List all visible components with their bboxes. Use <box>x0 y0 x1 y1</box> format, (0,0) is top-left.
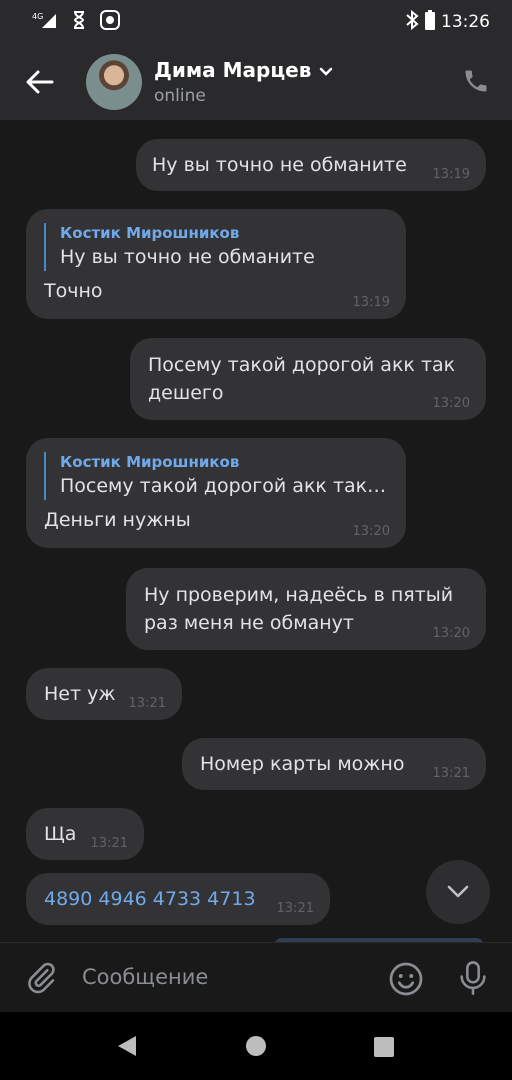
message-outgoing[interactable]: Ну вы точно не обманите 13:19 <box>136 139 486 191</box>
message-list[interactable]: Ну вы точно не обманите 13:19 Костик Мир… <box>0 120 512 942</box>
message-text: Ну вы точно не обманите <box>152 154 407 176</box>
card-number-link[interactable]: 4890 4946 4733 4713 <box>44 888 256 910</box>
message-outgoing[interactable]: Посему такой дорогой акк так дешего 13:2… <box>130 338 486 420</box>
app-notification-icon <box>100 9 120 35</box>
contact-name[interactable]: Дима Марцев <box>154 58 333 82</box>
message-time: 13:20 <box>432 626 470 641</box>
nav-back-icon[interactable] <box>116 1034 138 1062</box>
chevron-down-icon <box>319 58 333 82</box>
nav-home-icon[interactable] <box>246 1036 266 1056</box>
reply-author: Костик Мирошников <box>60 224 240 242</box>
message-time: 13:21 <box>432 766 470 781</box>
avatar[interactable] <box>86 54 142 110</box>
bluetooth-icon <box>405 9 419 35</box>
attachment-icon[interactable] <box>24 961 58 995</box>
system-nav-bar <box>0 1012 512 1080</box>
emoji-icon[interactable] <box>388 961 424 997</box>
svg-text:4G: 4G <box>32 12 43 21</box>
phone-icon[interactable] <box>462 67 490 95</box>
hourglass-icon <box>72 10 86 34</box>
message-incoming[interactable]: Костик Мирошников Посему такой дорогой а… <box>26 438 406 548</box>
signal-icon: 4G <box>32 11 58 34</box>
message-text: Ща <box>44 823 77 845</box>
chat-header: Дима Марцев online <box>0 44 512 120</box>
message-composer: Сообщение <box>0 942 512 1012</box>
reply-text: Ну вы точно не обманите <box>60 246 315 268</box>
battery-icon <box>425 9 435 35</box>
message-text: Ну проверим, надеёсь в пятый раз меня не… <box>144 584 454 634</box>
contact-name-label: Дима Марцев <box>154 58 312 82</box>
reply-quote[interactable]: Костик Мирошников Посему такой дорогой а… <box>44 452 388 500</box>
status-bar: 4G 13:26 <box>0 0 512 44</box>
reply-text: Посему такой дорогой акк так… <box>60 475 387 497</box>
message-time: 13:21 <box>276 901 314 916</box>
message-time: 13:19 <box>432 167 470 182</box>
reply-quote[interactable]: Костик Мирошников Ну вы точно не обманит… <box>44 223 388 271</box>
message-incoming[interactable]: 4890 4946 4733 4713 13:21 <box>26 873 330 925</box>
microphone-icon[interactable] <box>456 959 490 997</box>
nav-recents-icon[interactable] <box>374 1037 394 1057</box>
message-text: Нет уж <box>44 683 116 705</box>
message-time: 13:20 <box>432 396 470 411</box>
message-input[interactable]: Сообщение <box>82 965 208 989</box>
message-time: 13:21 <box>128 696 166 711</box>
back-arrow-icon[interactable] <box>24 66 56 98</box>
message-incoming[interactable]: Ща 13:21 <box>26 808 144 860</box>
contact-status: online <box>154 86 206 106</box>
message-outgoing[interactable]: Номер карты можно 13:21 <box>182 738 486 790</box>
reply-author: Костик Мирошников <box>60 453 240 471</box>
message-outgoing[interactable]: Ну проверим, надеёсь в пятый раз меня не… <box>126 568 486 650</box>
message-text: Деньги нужны <box>44 509 191 531</box>
clock-time: 13:26 <box>441 12 490 32</box>
message-incoming[interactable]: Костик Мирошников Ну вы точно не обманит… <box>26 209 406 319</box>
message-time: 13:20 <box>352 524 390 539</box>
message-incoming[interactable]: Нет уж 13:21 <box>26 668 182 720</box>
message-time: 13:21 <box>90 836 128 851</box>
message-time: 13:19 <box>352 295 390 310</box>
message-text: Посему такой дорогой акк так дешего <box>148 354 456 404</box>
message-text: Номер карты можно <box>200 753 405 775</box>
chevron-down-icon <box>446 883 470 902</box>
scroll-down-button[interactable] <box>426 860 490 924</box>
message-text: Точно <box>44 280 103 302</box>
